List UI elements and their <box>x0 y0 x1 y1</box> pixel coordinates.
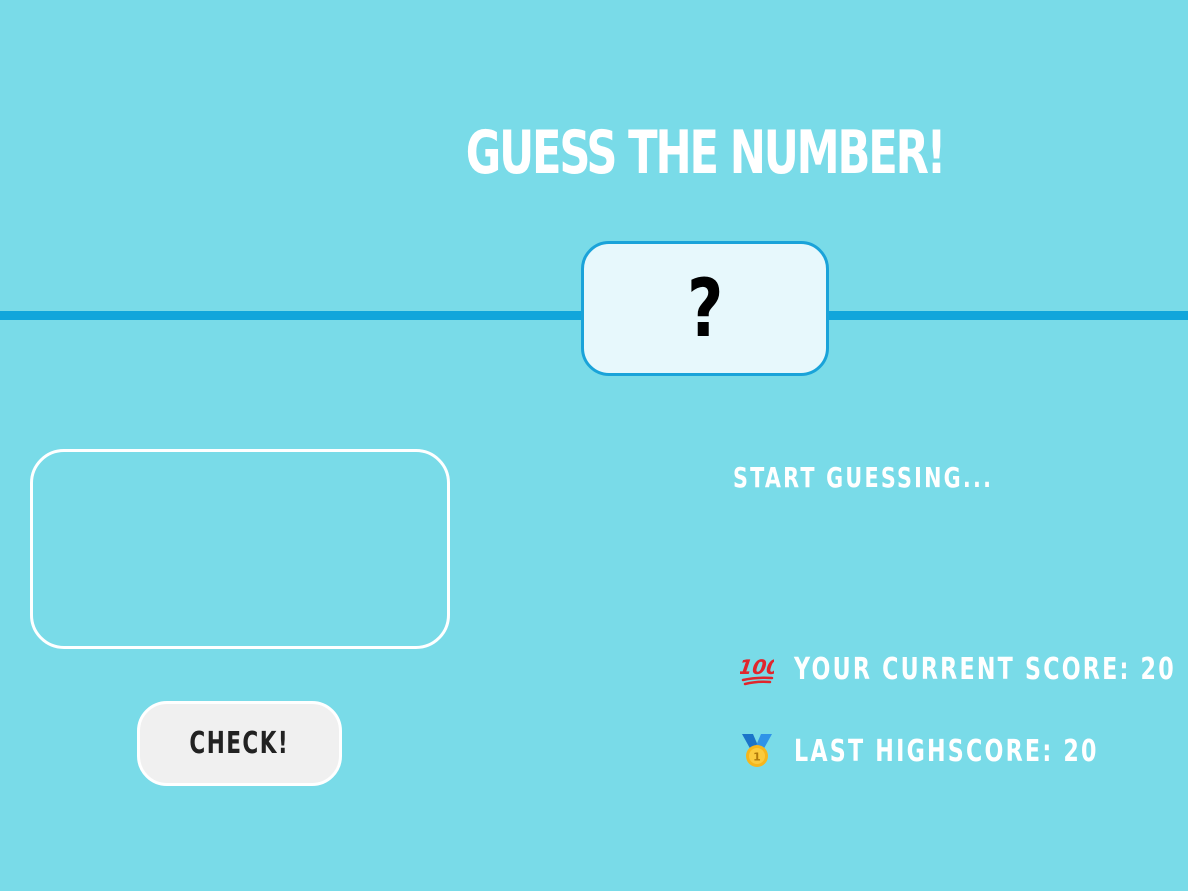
status-message: START GUESSING... <box>733 461 994 494</box>
svg-text:100: 100 <box>740 655 774 679</box>
highscore-row: 1 LAST HIGHSCORE: 20 <box>740 732 1188 770</box>
current-score-label: YOUR CURRENT SCORE: 20 <box>794 651 1176 687</box>
svg-text:1: 1 <box>753 751 761 764</box>
check-button-label: CHECK! <box>189 726 290 761</box>
hundred-points-icon: 100 <box>737 650 782 688</box>
current-score-row: 100 YOUR CURRENT SCORE: 20 <box>737 650 1188 688</box>
check-button[interactable]: CHECK! <box>137 701 342 786</box>
medal-icon: 1 <box>740 732 774 770</box>
secret-number-box: ? <box>581 241 829 376</box>
game-page: GUESS THE NUMBER! ? CHECK! START GUESSIN… <box>0 0 1188 891</box>
page-title: GUESS THE NUMBER! <box>465 118 947 188</box>
secret-number: ? <box>686 261 724 355</box>
highscore-label: LAST HIGHSCORE: 20 <box>794 733 1099 769</box>
guess-input[interactable] <box>30 449 450 649</box>
